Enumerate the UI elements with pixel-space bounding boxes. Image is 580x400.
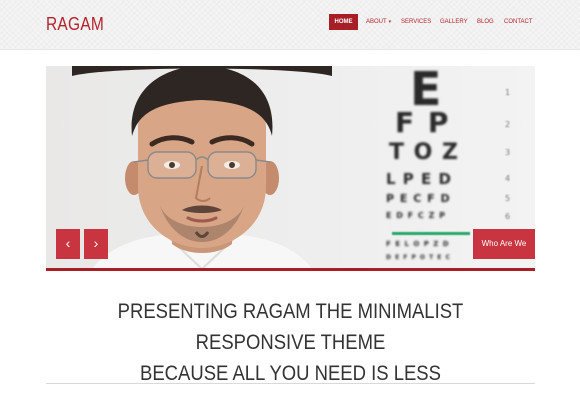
chevron-left-icon: ‹ <box>65 235 71 251</box>
slider-bottom-rule <box>46 268 535 271</box>
chevron-down-icon: ▾ <box>388 19 392 25</box>
eye-chart-green-line <box>392 232 470 235</box>
eye-chart-line-number: 4 <box>505 174 511 183</box>
nav-item-about-label: ABOUT <box>366 19 387 25</box>
chevron-right-icon: › <box>93 235 99 251</box>
slider-next-button[interactable]: › <box>84 229 108 259</box>
eye-chart-row: T O Z <box>389 140 459 165</box>
nav-item-services[interactable]: SERVICES <box>401 14 431 30</box>
content-divider <box>46 383 535 384</box>
who-are-we-button[interactable]: Who Are We <box>473 229 535 259</box>
site-header: RAGAM HOME ABOUT ▾ SERVICES GALLERY BLOG … <box>0 0 580 50</box>
nav-item-gallery[interactable]: GALLERY <box>440 14 468 30</box>
eye-chart-line-number: 3 <box>505 148 511 157</box>
nav-item-contact[interactable]: CONTACT <box>504 14 533 30</box>
eye-chart-line-number: 5 <box>505 194 511 203</box>
eye-chart-line-number: 1 <box>505 88 511 97</box>
nav-item-about[interactable]: ABOUT ▾ <box>366 14 391 30</box>
slider-prev-button[interactable]: ‹ <box>56 229 80 259</box>
portrait-image <box>72 66 332 269</box>
eye-chart-row: F P <box>395 106 451 139</box>
tagline-line-2: BECAUSE ALL YOU NEED IS LESS <box>140 362 441 385</box>
eye-chart-row: E D F C Z P <box>386 211 447 220</box>
eye-chart-line-number: 2 <box>505 120 511 129</box>
hero-slider[interactable]: E F P T O Z L P E D P E C F D E D F C Z … <box>46 66 535 269</box>
nav-item-blog[interactable]: BLOG <box>477 14 494 30</box>
nav-item-home[interactable]: HOME <box>329 14 358 30</box>
eye-chart-row: D E F P O T E C <box>386 254 451 261</box>
site-logo[interactable]: RAGAM <box>46 14 104 35</box>
eye-chart-row: P E C F D <box>386 192 451 205</box>
tagline-line-1: PRESENTING RAGAM THE MINIMALIST RESPONSI… <box>117 300 464 354</box>
eye-chart-row: F E L O P Z D <box>386 240 450 248</box>
eye-chart-row: L P E D <box>386 170 452 188</box>
eye-chart-line-number: 6 <box>505 212 511 221</box>
tagline: PRESENTING RAGAM THE MINIMALIST RESPONSI… <box>75 296 505 389</box>
